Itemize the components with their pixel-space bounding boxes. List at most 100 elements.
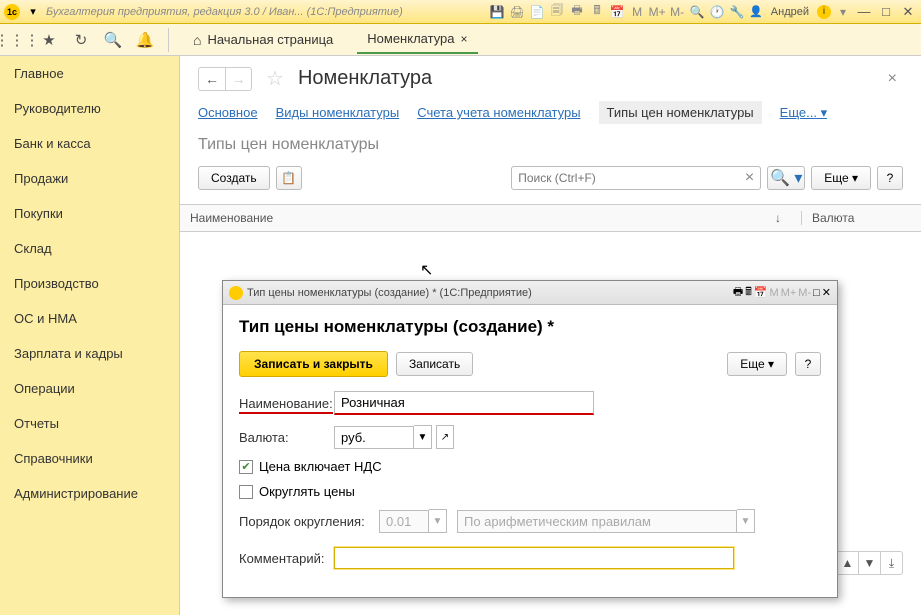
- nav-up-button[interactable]: ▲: [836, 552, 858, 574]
- sidebar-item-hr[interactable]: Зарплата и кадры: [0, 336, 179, 371]
- m-icon[interactable]: M: [629, 4, 645, 20]
- minimize-button[interactable]: —: [855, 4, 873, 20]
- dialog-logo-icon: [229, 286, 243, 300]
- currency-input[interactable]: [334, 426, 414, 449]
- info-icon[interactable]: i: [817, 5, 831, 19]
- sort-icon[interactable]: ↓: [775, 211, 781, 225]
- more-button[interactable]: Еще ▾: [811, 166, 871, 190]
- clock-icon[interactable]: 🕐: [709, 4, 725, 20]
- search-input[interactable]: [512, 171, 739, 185]
- page-title: Номенклатура: [298, 67, 880, 90]
- user-label[interactable]: Андрей: [771, 6, 809, 18]
- dlg-m-icon[interactable]: M: [770, 287, 779, 299]
- sidebar-item-manager[interactable]: Руководителю: [0, 91, 179, 126]
- create-button[interactable]: Создать: [198, 166, 270, 190]
- maximize-button[interactable]: □: [877, 4, 895, 20]
- main-toolbar: ⋮⋮⋮ ★ ↻ 🔍 🔔 ⌂ Начальная страница Номенкл…: [0, 24, 921, 56]
- subtab-kinds[interactable]: Виды номенклатуры: [276, 105, 400, 120]
- star-icon[interactable]: ★: [40, 31, 58, 49]
- help-button[interactable]: ?: [877, 166, 903, 190]
- sidebar-item-ops[interactable]: Операции: [0, 371, 179, 406]
- mminus-icon[interactable]: M-: [669, 4, 685, 20]
- app-title: Бухгалтерия предприятия, редакция 3.0 / …: [46, 6, 403, 18]
- print-icon[interactable]: 🖨: [509, 4, 525, 20]
- sidebar-item-dicts[interactable]: Справочники: [0, 441, 179, 476]
- search-box: ×: [511, 166, 761, 190]
- subtab-types[interactable]: Типы цен номенклатуры: [599, 101, 762, 124]
- dlg-maximize-button[interactable]: □: [813, 287, 820, 299]
- sidebar-item-production[interactable]: Производство: [0, 266, 179, 301]
- sidebar-item-purchases[interactable]: Покупки: [0, 196, 179, 231]
- save-button[interactable]: Записать: [396, 352, 473, 376]
- nav-back-button[interactable]: ←: [199, 68, 225, 90]
- save-close-button[interactable]: Записать и закрыть: [239, 351, 388, 377]
- find-button[interactable]: 🔍 ▾: [767, 166, 805, 190]
- search-clear-icon[interactable]: ×: [739, 169, 760, 187]
- sidebar: Главное Руководителю Банк и касса Продаж…: [0, 56, 180, 615]
- subtab-more[interactable]: Еще... ▾: [780, 105, 827, 121]
- currency-open-icon[interactable]: ↗: [436, 425, 454, 449]
- dlg-print-icon[interactable]: 🖶: [733, 283, 743, 302]
- printer2-icon[interactable]: 🖶: [569, 4, 585, 20]
- subtab-accounts[interactable]: Счета учета номенклатуры: [417, 105, 580, 120]
- round-method-dropdown-icon: ▼: [737, 509, 755, 533]
- dialog-price-type: Тип цены номенклатуры (создание) * (1С:П…: [222, 280, 838, 598]
- copy-button[interactable]: 📋: [276, 166, 302, 190]
- sidebar-item-reports[interactable]: Отчеты: [0, 406, 179, 441]
- dlg-calc-icon[interactable]: 🖩: [745, 283, 752, 302]
- sidebar-item-bank[interactable]: Банк и касса: [0, 126, 179, 161]
- sidebar-item-assets[interactable]: ОС и НМА: [0, 301, 179, 336]
- tab-nomenclature-label: Номенклатура: [367, 31, 454, 46]
- search-icon[interactable]: 🔍: [104, 31, 122, 49]
- page-close-button[interactable]: ×: [888, 70, 897, 88]
- tab-home[interactable]: ⌂ Начальная страница: [183, 26, 343, 54]
- comment-input[interactable]: [334, 547, 734, 569]
- dlg-more-button[interactable]: Еще ▾: [727, 352, 787, 376]
- name-input[interactable]: [334, 391, 594, 415]
- document-icon[interactable]: 📄: [529, 4, 545, 20]
- sidebar-item-sales[interactable]: Продажи: [0, 161, 179, 196]
- tab-nomenclature[interactable]: Номенклатура ×: [357, 25, 477, 54]
- tab-close-icon[interactable]: ×: [461, 32, 468, 46]
- nav-forward-button[interactable]: →: [225, 68, 251, 90]
- col-currency[interactable]: Валюта: [801, 211, 911, 225]
- subtitle: Типы цен номенклатуры: [180, 134, 921, 166]
- bell-icon[interactable]: 🔔: [136, 31, 154, 49]
- info-dropdown-icon[interactable]: ▾: [835, 4, 851, 20]
- back-dropdown-icon[interactable]: ▾: [24, 3, 42, 21]
- close-button[interactable]: ✕: [899, 4, 917, 20]
- apps-icon[interactable]: ⋮⋮⋮: [8, 31, 26, 49]
- calc-icon[interactable]: 🖩: [589, 4, 605, 20]
- sidebar-item-main[interactable]: Главное: [0, 56, 179, 91]
- nav-down-button[interactable]: ▼: [858, 552, 880, 574]
- nav-last-button[interactable]: ⤓: [880, 552, 902, 574]
- currency-dropdown-icon[interactable]: ▼: [414, 425, 432, 449]
- table-header: Наименование ↓ Валюта: [180, 204, 921, 232]
- dlg-calendar-icon[interactable]: 📅: [754, 286, 768, 299]
- history-icon[interactable]: ↻: [72, 31, 90, 49]
- currency-label: Валюта:: [239, 430, 334, 445]
- favorite-button[interactable]: ☆: [266, 66, 284, 91]
- calendar-icon[interactable]: 📅: [609, 4, 625, 20]
- tab-home-label: Начальная страница: [207, 32, 333, 47]
- subtab-main[interactable]: Основное: [198, 105, 258, 120]
- save-icon[interactable]: 💾: [489, 4, 505, 20]
- round-order-dropdown-icon: ▼: [429, 509, 447, 533]
- dialog-heading: Тип цены номенклатуры (создание) *: [239, 317, 821, 337]
- sidebar-item-admin[interactable]: Администрирование: [0, 476, 179, 511]
- compare-icon[interactable]: 🗐: [549, 4, 565, 20]
- comment-label: Комментарий:: [239, 551, 334, 566]
- mplus-icon[interactable]: M+: [649, 4, 665, 20]
- dlg-mplus-icon[interactable]: M+: [781, 287, 797, 299]
- vat-checkbox[interactable]: ✔: [239, 460, 253, 474]
- dlg-close-button[interactable]: ✕: [822, 286, 831, 299]
- wrench-icon[interactable]: 🔧: [729, 4, 745, 20]
- sidebar-item-warehouse[interactable]: Склад: [0, 231, 179, 266]
- round-order-label: Порядок округления:: [239, 514, 379, 529]
- round-checkbox[interactable]: [239, 485, 253, 499]
- dlg-help-button[interactable]: ?: [795, 352, 821, 376]
- app-logo-icon: 1c: [4, 4, 20, 20]
- dlg-mminus-icon[interactable]: M-: [798, 287, 811, 299]
- col-name[interactable]: Наименование: [190, 211, 775, 225]
- zoom-icon[interactable]: 🔍: [689, 4, 705, 20]
